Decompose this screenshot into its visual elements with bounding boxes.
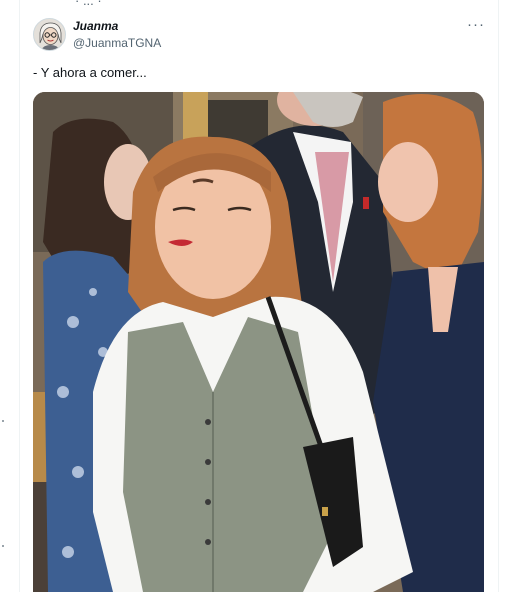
- tweet-text: - Y ahora a comer...: [33, 65, 147, 80]
- author-handle[interactable]: @JuanmaTGNA: [73, 36, 161, 50]
- previous-tweet-fragment: · ... ·: [75, 0, 102, 8]
- edge-indicator: [2, 420, 4, 422]
- tweet-photo[interactable]: [33, 92, 484, 592]
- author-display-name[interactable]: Juanma: [73, 19, 118, 33]
- photo-illustration: [33, 92, 484, 592]
- author-avatar[interactable]: [33, 18, 66, 51]
- more-options-icon[interactable]: ···: [467, 16, 485, 33]
- edge-indicator: [2, 545, 4, 547]
